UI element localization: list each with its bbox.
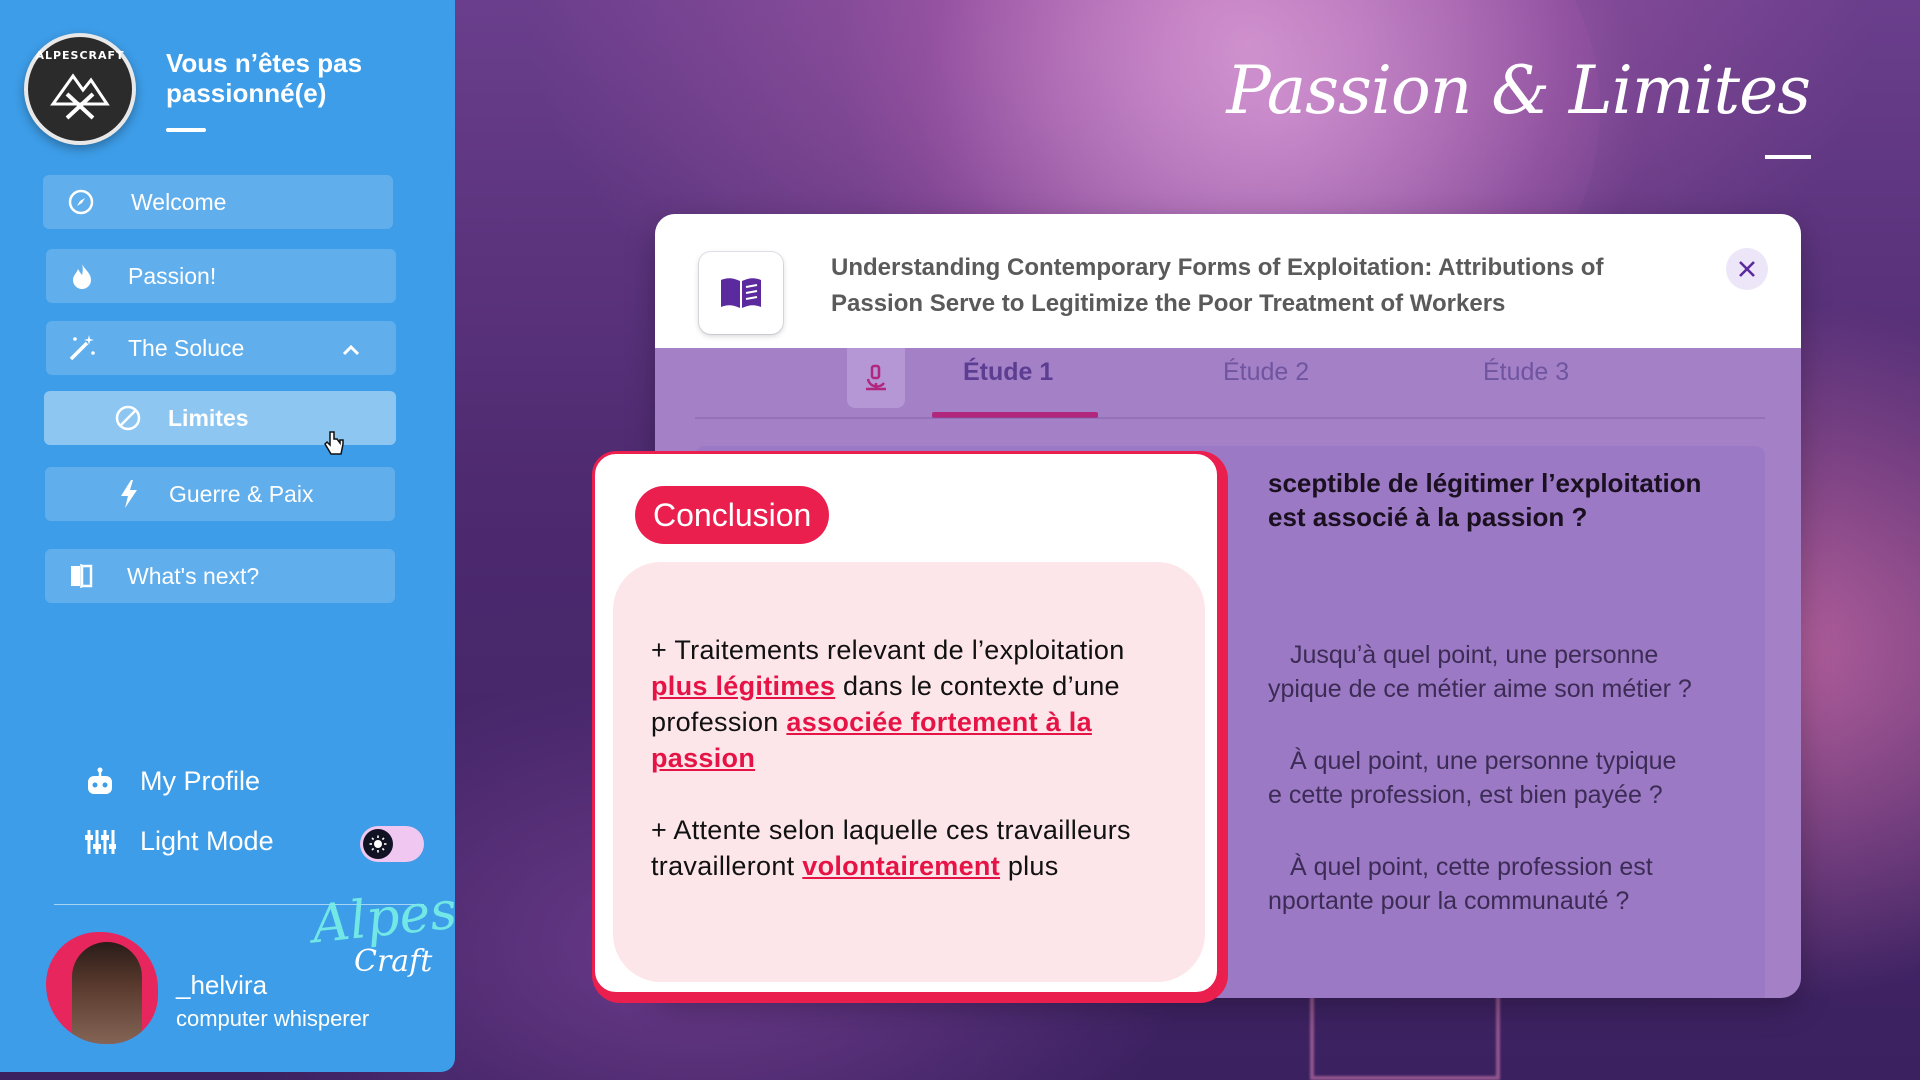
sidebar-item-label: Limites — [168, 404, 249, 431]
compass-icon — [65, 186, 97, 218]
brand-title: Vous n’êtes pas passionné(e) — [166, 48, 363, 108]
book-flip-icon — [65, 560, 97, 592]
page-title: Passion & Limites — [1226, 52, 1811, 129]
conclusion-point-1: + Traitements relevant de l’exploitation… — [651, 635, 1125, 773]
bolt-icon — [113, 478, 145, 510]
tab-etude-1[interactable]: Étude 1 — [963, 358, 1053, 387]
mountain-icon — [50, 73, 110, 120]
tab-etude-2[interactable]: Étude 2 — [1223, 358, 1309, 387]
robot-icon — [84, 767, 118, 797]
conclusion-body: + Traitements relevant de l’exploitation… — [613, 562, 1205, 982]
fire-icon — [66, 260, 98, 292]
brand-underline — [166, 128, 206, 132]
alpescraft-logo[interactable]: ALPESCRAFT — [24, 33, 136, 145]
article-title: Understanding Contemporary Forms of Expl… — [831, 254, 1604, 317]
alpescraft-signature: Alpes Craft — [309, 880, 460, 979]
sidebar-item-guerre-paix[interactable]: Guerre & Paix — [45, 467, 395, 521]
sidebar: ALPESCRAFT Vous n’êtes pas passionné(e) … — [0, 0, 460, 1072]
open-book-icon — [699, 252, 783, 334]
avatar[interactable] — [46, 932, 158, 1044]
sidebar-item-label: The Soluce — [128, 334, 245, 361]
conclusion-popup: Conclusion + Traitements relevant de l’e… — [592, 451, 1228, 1003]
sidebar-item-whats-next[interactable]: What's next? — [45, 549, 395, 603]
article-card-header: Understanding Contemporary Forms of Expl… — [655, 214, 1801, 348]
magic-wand-icon — [66, 332, 98, 364]
my-profile-label: My Profile — [140, 766, 261, 796]
chevron-up-icon[interactable] — [342, 335, 360, 362]
light-mode-label: Light Mode — [140, 826, 274, 856]
sidebar-item-welcome[interactable]: Welcome — [43, 175, 393, 229]
microscope-icon[interactable] — [847, 348, 905, 408]
page-title-underline — [1765, 155, 1811, 159]
conclusion-badge: Conclusion — [635, 486, 830, 544]
close-button[interactable] — [1726, 248, 1768, 290]
sidebar-item-label: Passion! — [128, 262, 217, 289]
tab-etude-3[interactable]: Étude 3 — [1483, 358, 1569, 387]
sun-icon — [363, 829, 393, 859]
cursor-hand-icon — [322, 430, 346, 463]
sidebar-item-label: Guerre & Paix — [169, 480, 314, 507]
tabs-divider — [695, 417, 1765, 419]
ban-icon — [112, 402, 144, 434]
sidebar-item-passion[interactable]: Passion! — [46, 249, 396, 303]
close-icon — [1739, 261, 1755, 277]
sidebar-item-label: What's next? — [127, 562, 260, 589]
light-mode-row: Light Mode — [84, 826, 274, 857]
light-mode-toggle[interactable] — [360, 826, 424, 862]
conclusion-point-2: + Attente selon laquelle ces travailleur… — [651, 815, 1131, 881]
user-role: computer whisperer — [176, 1006, 370, 1031]
logo-text: ALPESCRAFT — [35, 49, 125, 62]
user-name: _helvira — [176, 970, 268, 1000]
my-profile-link[interactable]: My Profile — [84, 766, 260, 797]
sidebar-item-label: Welcome — [131, 188, 227, 215]
sliders-icon — [84, 827, 118, 857]
sidebar-item-the-soluce[interactable]: The Soluce — [46, 321, 396, 375]
